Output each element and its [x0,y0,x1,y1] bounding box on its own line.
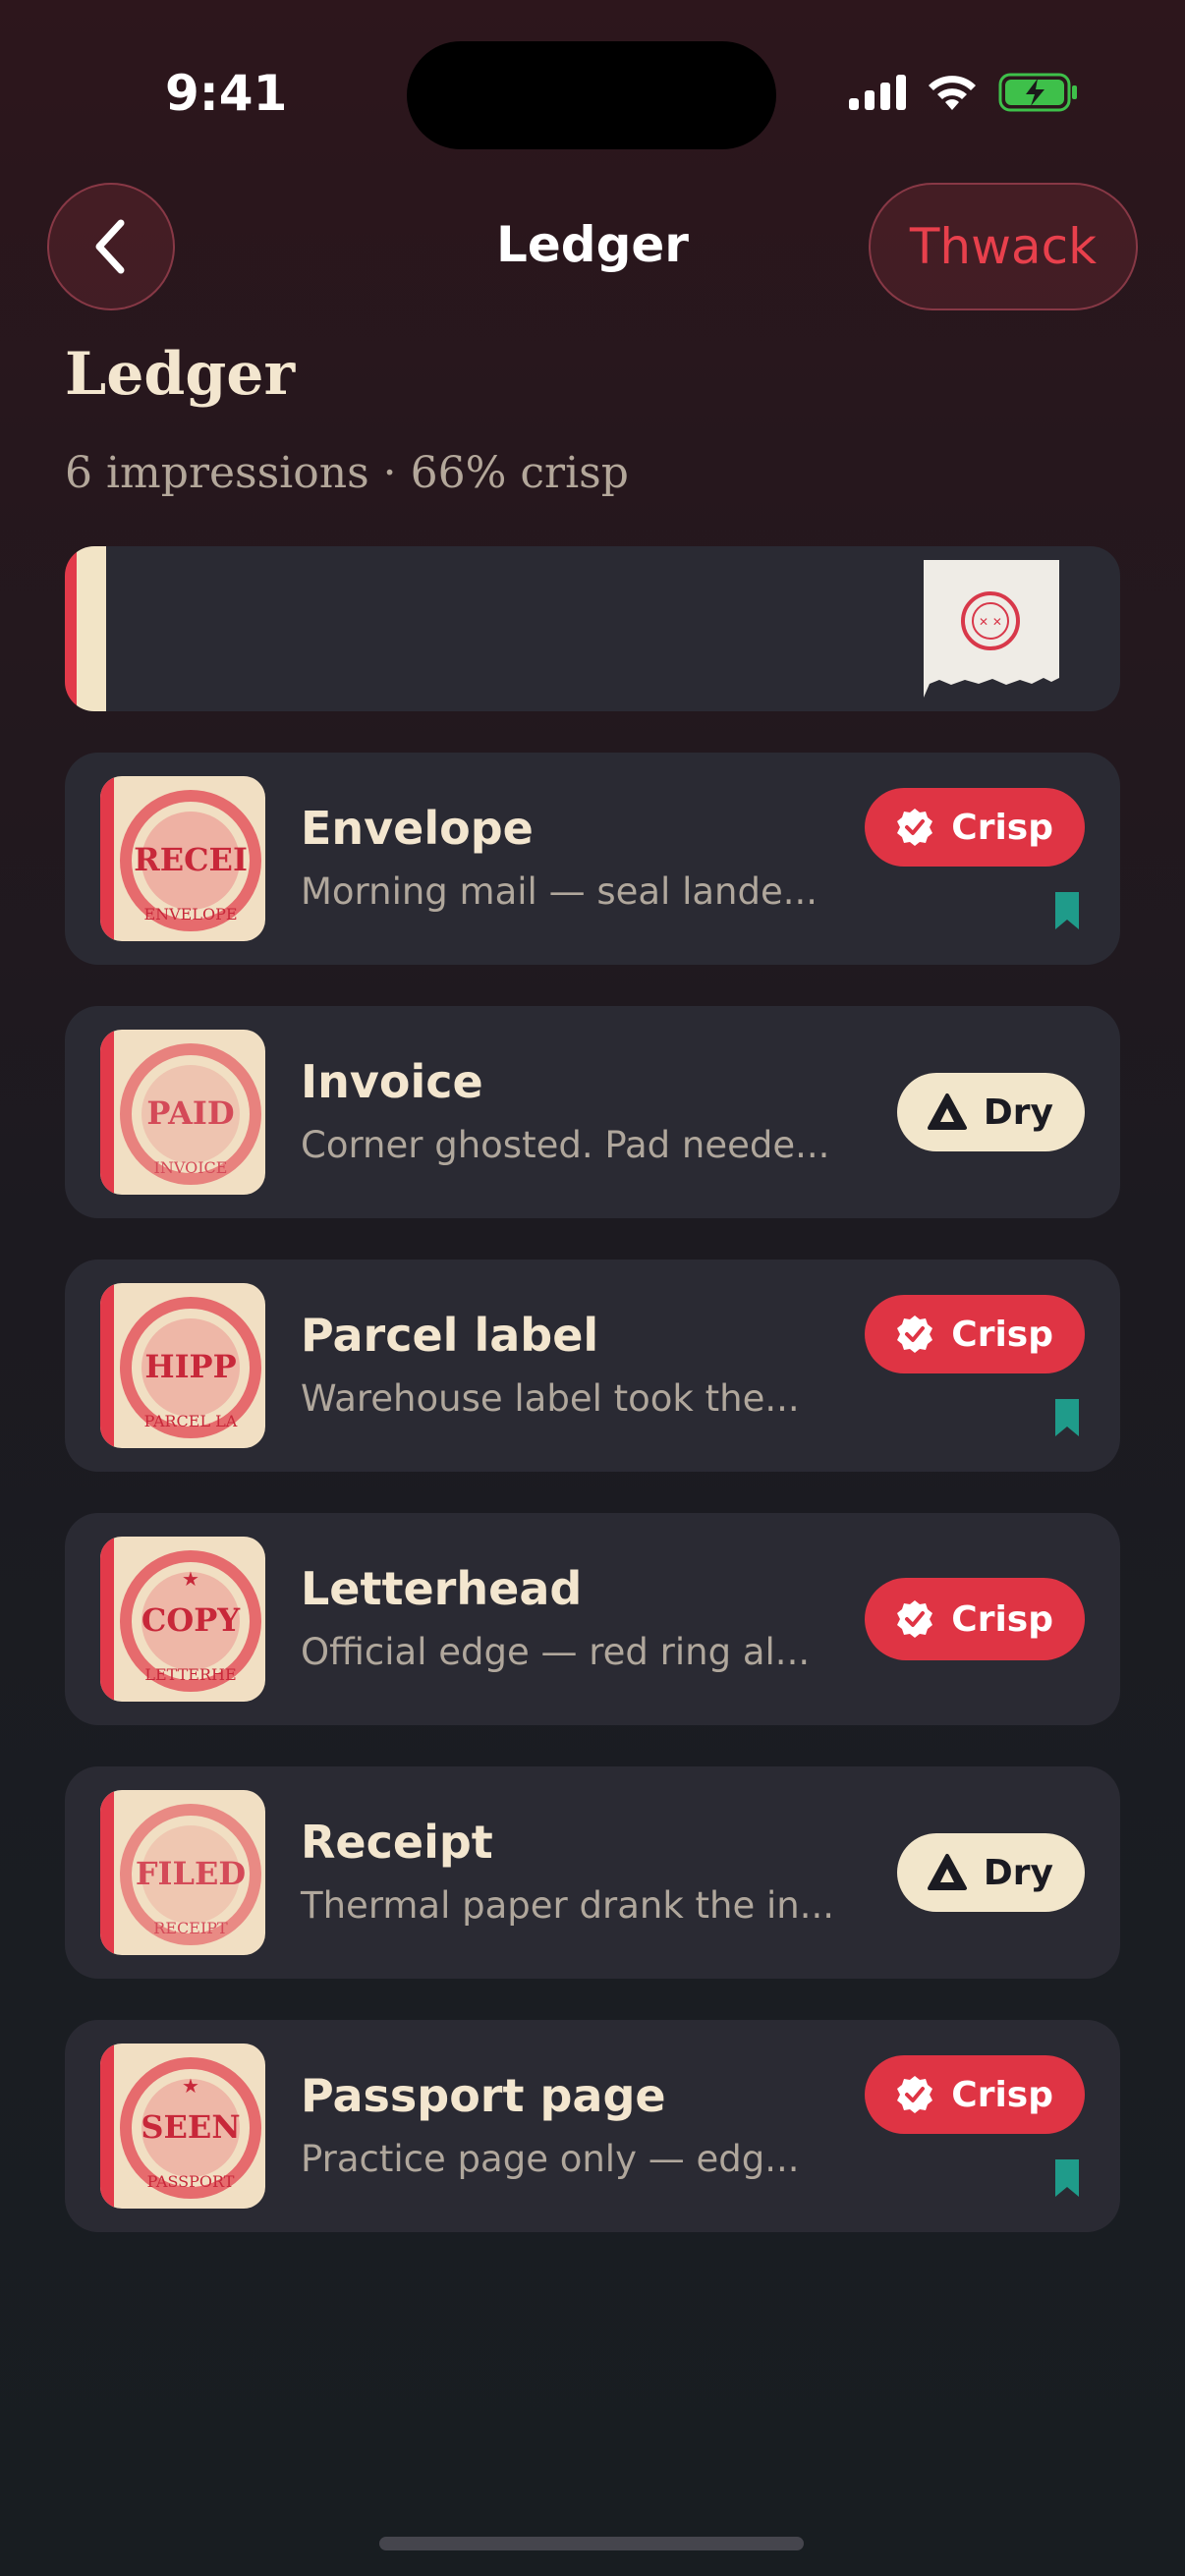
svg-text:PAID: PAID [146,1094,234,1132]
verified-check-icon [897,809,933,846]
entry-title: Letterhead [301,1562,583,1615]
svg-text:LETTERHE: LETTERHE [144,1665,236,1684]
list-item[interactable]: PAID INVOICE Invoice Corner ghosted. Pad… [65,1006,1120,1218]
entry-title: Passport page [301,2069,666,2122]
list-item[interactable]: FILED RECEIPT Receipt Thermal paper dran… [65,1766,1120,1979]
svg-text:★: ★ [182,1567,199,1591]
list-item[interactable]: ★ COPY LETTERHE Letterhead Official edge… [65,1513,1120,1725]
battery-charging-icon [998,73,1077,112]
status-badge: Dry [896,1833,1085,1912]
status-label: Dry [983,1852,1053,1893]
verified-check-icon [897,2076,933,2113]
svg-text:RECEIPT: RECEIPT [153,1919,228,1937]
entry-title: Invoice [301,1055,483,1108]
wifi-icon [929,76,976,110]
svg-text:SEEN: SEEN [141,2108,240,2146]
stamp-thumbnail: PAID INVOICE [100,1030,265,1195]
svg-text:COPY: COPY [141,1601,241,1639]
bookmark-icon[interactable] [1055,892,1079,929]
page-subtitle: 6 impressions · 66% crisp [65,448,629,498]
status-badge: Dry [896,1073,1085,1151]
svg-text:HIPP: HIPP [144,1348,236,1385]
stamp-thumbnail: FILED RECEIPT [100,1790,265,1955]
entry-description: Thermal paper drank the in... [301,1884,835,1927]
entry-description: Warehouse label took the... [301,1377,800,1420]
page-title: Ledger [65,340,296,409]
entry-description: Official edge — red ring al... [301,1631,811,1673]
status-icons [849,73,1079,112]
entry-description: Corner ghosted. Pad neede... [301,1124,830,1166]
status-badge: Crisp [865,1295,1085,1373]
entry-description: Practice page only — edg... [301,2138,800,2180]
entry-description: Morning mail — seal lande... [301,870,818,913]
dynamic-island [407,41,776,149]
bookmark-icon[interactable] [1055,1399,1079,1436]
stamp-thumbnail: ★ SEEN PASSPORT [100,2044,265,2209]
status-time: 9:41 [165,65,288,122]
status-label: Crisp [951,1598,1053,1640]
svg-text:FILED: FILED [136,1855,246,1892]
verified-check-icon [897,1316,933,1353]
svg-text:PASSPORT: PASSPORT [147,2172,235,2191]
stamp-thumbnail: RECEI ENVELOPE [100,776,265,941]
stamp-thumbnail: HIPP PARCEL LA [100,1283,265,1448]
svg-text:★: ★ [182,2074,199,2098]
svg-text:RECEI: RECEI [134,841,248,878]
entry-title: Parcel label [301,1309,599,1362]
hero-stripe-cream [77,546,106,711]
status-badge: Crisp [865,1578,1085,1660]
warning-triangle-icon [927,1854,967,1890]
verified-check-icon [897,1600,933,1638]
bookmark-icon[interactable] [1055,2159,1079,2197]
hero-stripe-red [65,546,77,711]
stamp-thumbnail: ★ COPY LETTERHE [100,1537,265,1702]
signal-icon [849,75,906,110]
entry-title: Envelope [301,802,534,855]
status-label: Crisp [951,2074,1053,2115]
svg-text:INVOICE: INVOICE [154,1158,228,1177]
entry-title: Receipt [301,1816,493,1869]
hero-stamp-card[interactable]: ✕ ✕ [65,546,1120,711]
thwack-button[interactable]: Thwack [869,183,1138,310]
status-label: Dry [983,1092,1053,1133]
warning-triangle-icon [927,1093,967,1130]
stamped-paper-icon: ✕ ✕ [924,560,1059,698]
status-label: Crisp [951,1314,1053,1355]
status-badge: Crisp [865,2055,1085,2134]
svg-text:PARCEL LA: PARCEL LA [144,1412,238,1430]
list-item[interactable]: ★ SEEN PASSPORT Passport page Practice p… [65,2020,1120,2232]
svg-text:✕ ✕: ✕ ✕ [979,615,1002,629]
svg-text:ENVELOPE: ENVELOPE [143,905,237,924]
home-indicator[interactable] [379,2537,804,2550]
status-badge: Crisp [865,788,1085,867]
list-item[interactable]: HIPP PARCEL LA Parcel label Warehouse la… [65,1260,1120,1472]
list-item[interactable]: RECEI ENVELOPE Envelope Morning mail — s… [65,753,1120,965]
status-label: Crisp [951,807,1053,848]
